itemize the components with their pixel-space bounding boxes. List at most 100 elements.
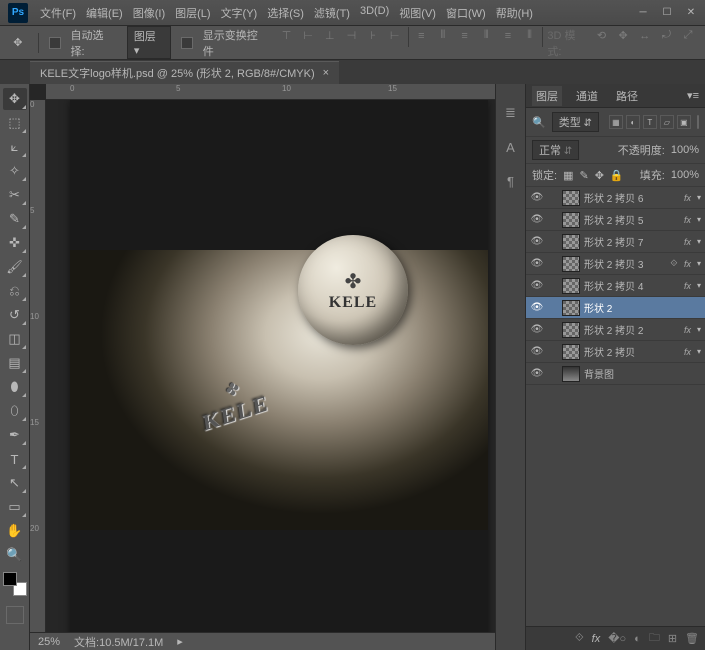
menu-view[interactable]: 视图(V): [395, 3, 440, 23]
layer-row[interactable]: 👁形状 2 拷贝 2fx▾: [526, 319, 705, 341]
filter-type-icon[interactable]: T: [643, 115, 657, 129]
layer-thumbnail[interactable]: [562, 234, 580, 250]
menu-3d[interactable]: 3D(D): [356, 3, 393, 23]
ruler-horizontal[interactable]: 0 5 10 15: [46, 84, 495, 100]
mode3d-slide-icon[interactable]: ↔: [636, 27, 654, 45]
lock-all-icon[interactable]: 🔒: [610, 169, 624, 182]
history-brush-tool[interactable]: ↺: [3, 304, 27, 326]
layer-group-icon[interactable]: 🗀: [649, 629, 660, 648]
fx-badge[interactable]: fx: [684, 237, 691, 247]
foreground-color-swatch[interactable]: [3, 572, 17, 586]
show-transform-checkbox[interactable]: [181, 37, 193, 49]
layer-mask-icon[interactable]: �○: [608, 632, 626, 645]
link-layers-icon[interactable]: ⟐: [575, 632, 584, 645]
layers-list[interactable]: 👁形状 2 拷贝 6fx▾👁形状 2 拷贝 5fx▾👁形状 2 拷贝 7fx▾👁…: [526, 187, 705, 626]
menu-file[interactable]: 文件(F): [36, 3, 80, 23]
type-tool[interactable]: T: [3, 448, 27, 470]
menu-filter[interactable]: 滤镜(T): [310, 3, 354, 23]
fx-expand-icon[interactable]: ▾: [697, 259, 701, 268]
visibility-eye-icon[interactable]: 👁: [530, 191, 544, 205]
menu-select[interactable]: 选择(S): [263, 3, 308, 23]
filter-smart-icon[interactable]: ▣: [677, 115, 691, 129]
eyedropper-tool[interactable]: ✎: [3, 208, 27, 230]
distribute-4-icon[interactable]: ⦀: [477, 27, 495, 45]
layer-row[interactable]: 👁形状 2 拷贝 6fx▾: [526, 187, 705, 209]
fx-badge[interactable]: fx: [684, 215, 691, 225]
lasso-tool[interactable]: ⟀: [3, 136, 27, 158]
mode3d-orbit-icon[interactable]: ⟲: [593, 27, 611, 45]
document-info[interactable]: 文档:10.5M/17.1M: [74, 634, 163, 650]
new-layer-icon[interactable]: ⊞: [668, 632, 677, 645]
zoom-level[interactable]: 25%: [38, 636, 60, 648]
layer-row[interactable]: 👁形状 2 拷贝 7fx▾: [526, 231, 705, 253]
filter-adjust-icon[interactable]: ◐: [626, 115, 640, 129]
layer-fx-icon[interactable]: fx: [592, 633, 601, 645]
visibility-eye-icon[interactable]: 👁: [530, 301, 544, 315]
align-left-icon[interactable]: ⊣: [343, 27, 361, 45]
lock-pixels-icon[interactable]: ▦: [563, 169, 573, 182]
fx-expand-icon[interactable]: ▾: [697, 215, 701, 224]
fx-expand-icon[interactable]: ▾: [697, 281, 701, 290]
fx-badge[interactable]: fx: [684, 259, 691, 269]
visibility-eye-icon[interactable]: 👁: [530, 323, 544, 337]
mode3d-pan-icon[interactable]: ✥: [614, 27, 632, 45]
layer-row[interactable]: 👁背景图: [526, 363, 705, 385]
fx-badge[interactable]: fx: [684, 347, 691, 357]
blur-tool[interactable]: ⬮: [3, 376, 27, 398]
layer-thumbnail[interactable]: [562, 300, 580, 316]
fx-badge[interactable]: fx: [684, 325, 691, 335]
blend-mode-dropdown[interactable]: 正常 ⇵: [532, 140, 579, 160]
layer-row[interactable]: 👁形状 2 拷贝 4fx▾: [526, 275, 705, 297]
fx-expand-icon[interactable]: ▾: [697, 325, 701, 334]
marquee-tool[interactable]: ⬚: [3, 112, 27, 134]
fill-value[interactable]: 100%: [671, 169, 699, 181]
visibility-eye-icon[interactable]: 👁: [530, 235, 544, 249]
delete-layer-icon[interactable]: 🗑: [685, 632, 699, 645]
distribute-2-icon[interactable]: ⦀: [434, 27, 452, 45]
gradient-tool[interactable]: ▤: [3, 352, 27, 374]
layer-thumbnail[interactable]: [562, 366, 580, 382]
color-swatches[interactable]: [3, 572, 27, 596]
clone-stamp-tool[interactable]: ⎌: [3, 280, 27, 302]
layer-thumbnail[interactable]: [562, 256, 580, 272]
fx-expand-icon[interactable]: ▾: [697, 237, 701, 246]
filter-toggle[interactable]: [697, 115, 699, 129]
auto-select-checkbox[interactable]: [49, 37, 61, 49]
distribute-1-icon[interactable]: ≡: [413, 27, 431, 45]
quick-mask-toggle[interactable]: [6, 606, 24, 624]
pen-tool[interactable]: ✒: [3, 424, 27, 446]
close-icon[interactable]: ✕: [685, 7, 697, 19]
lock-brush-icon[interactable]: ✎: [579, 169, 588, 182]
shape-tool[interactable]: ▭: [3, 496, 27, 518]
opacity-value[interactable]: 100%: [671, 144, 699, 156]
search-icon[interactable]: 🔍: [532, 116, 546, 129]
align-bottom-icon[interactable]: ⊥: [321, 27, 339, 45]
path-select-tool[interactable]: ↖: [3, 472, 27, 494]
layer-thumbnail[interactable]: [562, 322, 580, 338]
crop-tool[interactable]: ✂: [3, 184, 27, 206]
visibility-eye-icon[interactable]: 👁: [530, 279, 544, 293]
minimize-icon[interactable]: ─: [637, 7, 649, 19]
menu-help[interactable]: 帮助(H): [492, 3, 537, 23]
distribute-6-icon[interactable]: ⦀: [521, 27, 539, 45]
fx-badge[interactable]: fx: [684, 281, 691, 291]
visibility-eye-icon[interactable]: 👁: [530, 345, 544, 359]
visibility-eye-icon[interactable]: 👁: [530, 213, 544, 227]
healing-brush-tool[interactable]: ✜: [3, 232, 27, 254]
menu-window[interactable]: 窗口(W): [442, 3, 490, 23]
panel-menu-icon[interactable]: ▾≡: [687, 89, 699, 102]
tab-close-icon[interactable]: ×: [323, 67, 329, 79]
auto-select-dropdown[interactable]: 图层 ▾: [127, 26, 171, 59]
layer-thumbnail[interactable]: [562, 344, 580, 360]
layer-thumbnail[interactable]: [562, 190, 580, 206]
mode3d-scale-icon[interactable]: ⤢: [679, 27, 697, 45]
magic-wand-tool[interactable]: ✧: [3, 160, 27, 182]
adjustment-layer-icon[interactable]: ◐: [634, 633, 641, 645]
visibility-eye-icon[interactable]: 👁: [530, 367, 544, 381]
layer-thumbnail[interactable]: [562, 212, 580, 228]
distribute-3-icon[interactable]: ≡: [456, 27, 474, 45]
layer-filter-dropdown[interactable]: 类型 ⇵: [552, 112, 599, 132]
mode3d-rotate-icon[interactable]: ⤾: [658, 27, 676, 45]
eraser-tool[interactable]: ◫: [3, 328, 27, 350]
layer-row[interactable]: 👁形状 2 拷贝fx▾: [526, 341, 705, 363]
